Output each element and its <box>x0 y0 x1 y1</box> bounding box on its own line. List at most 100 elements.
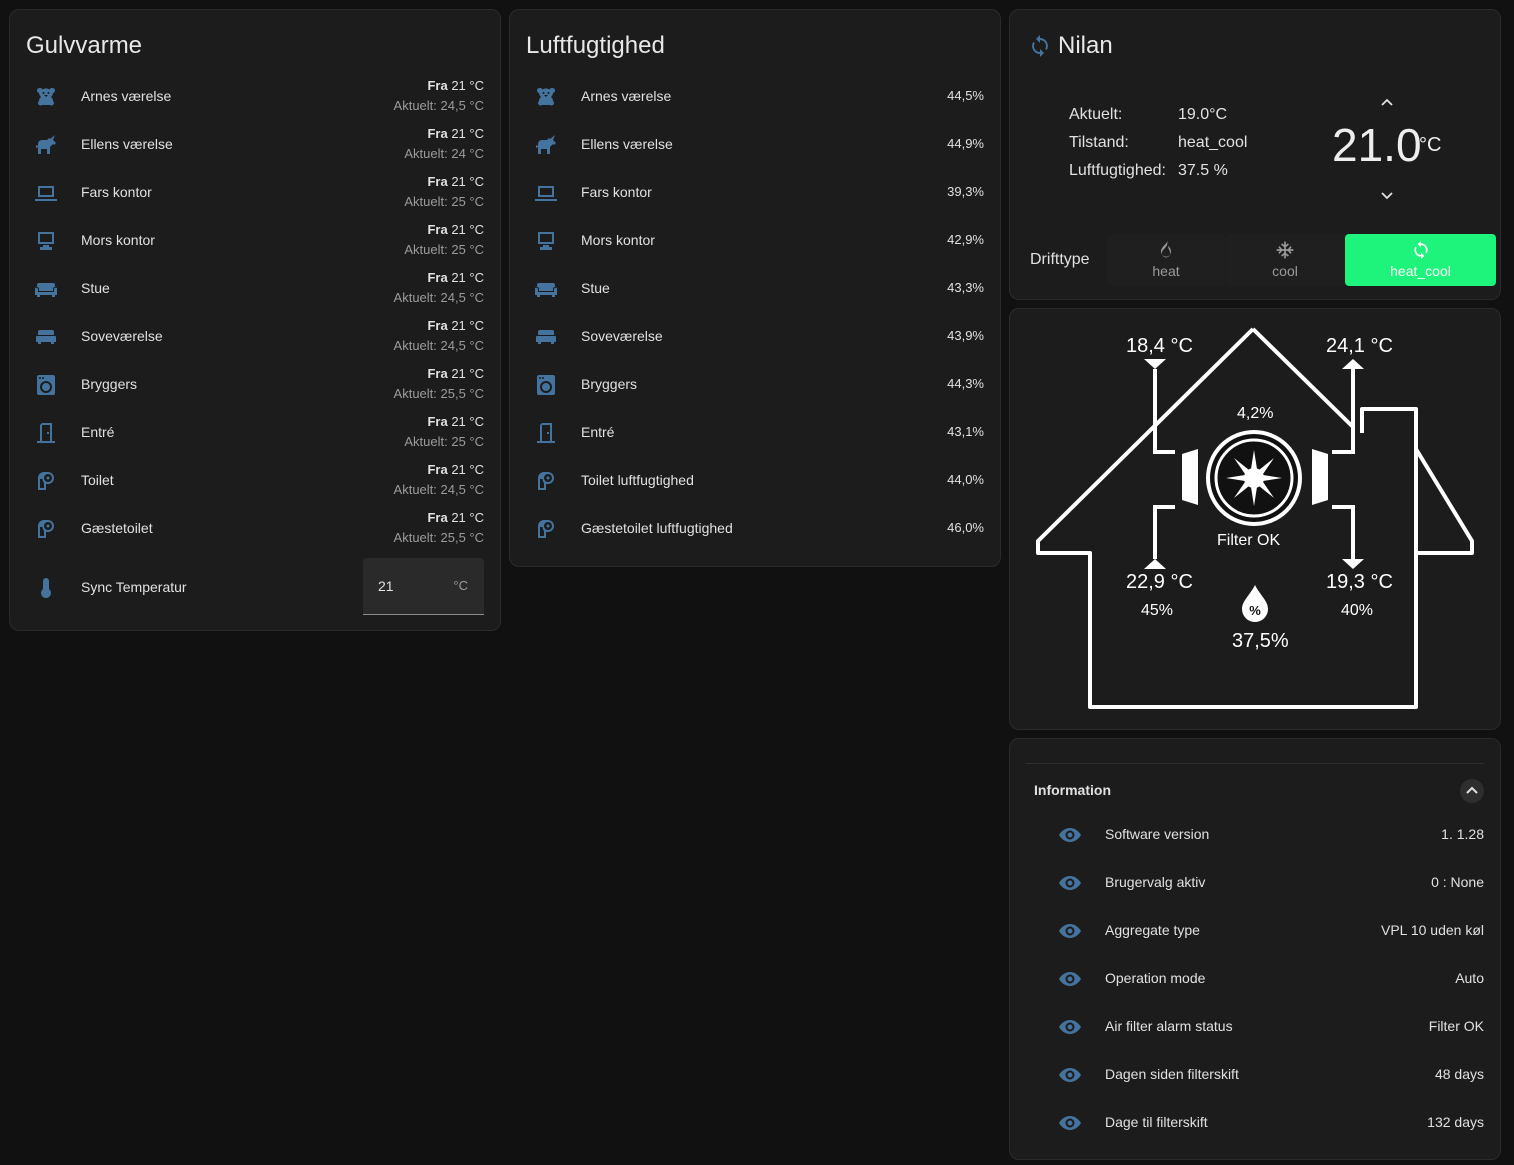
actual-temperature: Aktuelt: 25,5 °C <box>393 530 484 545</box>
room-name: Fars kontor <box>81 184 152 200</box>
state-value: heat_cool <box>1178 134 1248 151</box>
mode-heat-cool-label: heat_cool <box>1390 263 1451 279</box>
humidity-row[interactable]: Mors kontor 42,9% <box>510 217 1000 265</box>
room-name: Stue <box>581 280 610 296</box>
floor-heating-row[interactable]: Gæstetoilet Fra 21 °C Aktuelt: 25,5 °C <box>10 505 500 553</box>
room-name: Toilet luftfugtighed <box>581 472 694 488</box>
floor-heating-row[interactable]: Arnes værelse Fra 21 °C Aktuelt: 24,5 °C <box>10 73 500 121</box>
sync-icon <box>1028 34 1052 58</box>
info-label: Dage til filterskift <box>1105 1114 1208 1130</box>
card-title: Luftfugtighed <box>526 32 665 59</box>
setpoint-value: 21 °C <box>451 222 484 237</box>
humidity-value: 39,3% <box>947 184 984 199</box>
sync-temperature-unit: °C <box>453 578 468 593</box>
floor-heating-row[interactable]: Entré Fra 21 °C Aktuelt: 25 °C <box>10 409 500 457</box>
setpoint: Fra 21 °C <box>427 462 484 477</box>
humidity-row[interactable]: Fars kontor 39,3% <box>510 169 1000 217</box>
sofa-icon <box>34 277 58 301</box>
information-header-label: Information <box>1034 782 1111 798</box>
sofa-icon <box>534 277 558 301</box>
mode-label: Drifttype <box>1030 251 1090 268</box>
humidity-value: 37.5 % <box>1178 162 1228 179</box>
sync-temperature-input[interactable]: 21 °C <box>363 558 484 615</box>
floor-heating-row[interactable]: Soveværelse Fra 21 °C Aktuelt: 24,5 °C <box>10 313 500 361</box>
setpoint-value: 21 °C <box>451 270 484 285</box>
target-temperature-unit: °C <box>1419 134 1442 156</box>
snowflake-icon <box>1275 240 1295 260</box>
mode-heat-button[interactable]: heat <box>1107 234 1225 286</box>
eye-icon <box>1058 1063 1082 1087</box>
humidity-row[interactable]: Toilet luftfugtighed 44,0% <box>510 457 1000 505</box>
filter-status: Filter OK <box>1217 532 1281 549</box>
info-row[interactable]: Dage til filterskift 132 days <box>1010 1099 1500 1147</box>
info-label: Air filter alarm status <box>1105 1018 1233 1034</box>
humidity-row[interactable]: Bryggers 44,3% <box>510 361 1000 409</box>
humidity-row[interactable]: Soveværelse 43,9% <box>510 313 1000 361</box>
toilet-paper-icon <box>34 517 58 541</box>
info-row[interactable]: Brugervalg aktiv 0 : None <box>1010 859 1500 907</box>
setpoint-prefix: Fra <box>427 222 448 237</box>
mode-cool-button[interactable]: cool <box>1226 234 1344 286</box>
mode-heat-cool-button[interactable]: heat_cool <box>1345 234 1496 286</box>
floor-heating-row[interactable]: Ellens værelse Fra 21 °C Aktuelt: 24 °C <box>10 121 500 169</box>
setpoint-value: 21 °C <box>451 78 484 93</box>
humidity-label: Luftfugtighed: <box>1069 162 1166 179</box>
info-label: Operation mode <box>1105 970 1206 986</box>
nilan-thermostat-card: Nilan Aktuelt: 19.0°C Tilstand: heat_coo… <box>1009 9 1501 300</box>
humidity-row[interactable]: Gæstetoilet luftfugtighed 46,0% <box>510 505 1000 553</box>
sync-temperature-value[interactable]: 21 <box>378 578 394 594</box>
setpoint: Fra 21 °C <box>427 126 484 141</box>
setpoint-prefix: Fra <box>427 126 448 141</box>
setpoint: Fra 21 °C <box>427 174 484 189</box>
humidity-row[interactable]: Entré 43,1% <box>510 409 1000 457</box>
outdoor-temp: 18,4 °C <box>1126 335 1193 357</box>
humidity-value: 44,0% <box>947 472 984 487</box>
eye-icon <box>1058 1015 1082 1039</box>
setpoint-prefix: Fra <box>427 462 448 477</box>
room-name: Mors kontor <box>81 232 155 248</box>
fan-value: 4,2% <box>1237 405 1274 422</box>
bed-icon <box>534 325 558 349</box>
floor-heating-row[interactable]: Mors kontor Fra 21 °C Aktuelt: 25 °C <box>10 217 500 265</box>
state-label: Tilstand: <box>1069 134 1129 151</box>
information-header[interactable]: Information <box>1010 769 1500 811</box>
chevron-up-icon[interactable] <box>1460 779 1484 803</box>
chevron-up-icon[interactable] <box>1380 96 1394 110</box>
humidity-value: 46,0% <box>947 520 984 535</box>
setpoint-value: 21 °C <box>451 462 484 477</box>
room-name: Arnes værelse <box>81 88 172 104</box>
supply-humidity: 45% <box>1141 602 1174 619</box>
floor-heating-row[interactable]: Stue Fra 21 °C Aktuelt: 24,5 °C <box>10 265 500 313</box>
mode-heat-label: heat <box>1152 263 1180 279</box>
eye-icon <box>1058 919 1082 943</box>
actual-temperature: Aktuelt: 24,5 °C <box>393 482 484 497</box>
setpoint-value: 21 °C <box>451 414 484 429</box>
humidity-row[interactable]: Arnes værelse 44,5% <box>510 73 1000 121</box>
info-row[interactable]: Air filter alarm status Filter OK <box>1010 1003 1500 1051</box>
humidity-row[interactable]: Stue 43,3% <box>510 265 1000 313</box>
info-row[interactable]: Software version 1. 1.28 <box>1010 811 1500 859</box>
room-name: Gæstetoilet <box>81 520 153 536</box>
chevron-down-icon[interactable] <box>1380 188 1394 202</box>
floor-heating-row[interactable]: Fars kontor Fra 21 °C Aktuelt: 25 °C <box>10 169 500 217</box>
info-row[interactable]: Aggregate type VPL 10 uden køl <box>1010 907 1500 955</box>
setpoint-prefix: Fra <box>427 318 448 333</box>
room-name: Soveværelse <box>581 328 663 344</box>
info-value: Filter OK <box>1428 1018 1484 1034</box>
info-value: 0 : None <box>1431 874 1484 890</box>
room-name: Entré <box>81 424 115 440</box>
eye-icon <box>1058 871 1082 895</box>
setpoint: Fra 21 °C <box>427 78 484 93</box>
info-row[interactable]: Operation mode Auto <box>1010 955 1500 1003</box>
eye-icon <box>1058 967 1082 991</box>
floor-heating-row[interactable]: Toilet Fra 21 °C Aktuelt: 24,5 °C <box>10 457 500 505</box>
laptop-icon <box>534 181 558 205</box>
setpoint: Fra 21 °C <box>427 222 484 237</box>
room-name: Gæstetoilet luftfugtighed <box>581 520 733 536</box>
fire-icon <box>1156 240 1176 260</box>
floor-heating-row[interactable]: Bryggers Fra 21 °C Aktuelt: 25,5 °C <box>10 361 500 409</box>
actual-temperature: Aktuelt: 24,5 °C <box>393 290 484 305</box>
room-name: Bryggers <box>81 376 138 392</box>
info-row[interactable]: Dagen siden filterskift 48 days <box>1010 1051 1500 1099</box>
humidity-row[interactable]: Ellens værelse 44,9% <box>510 121 1000 169</box>
